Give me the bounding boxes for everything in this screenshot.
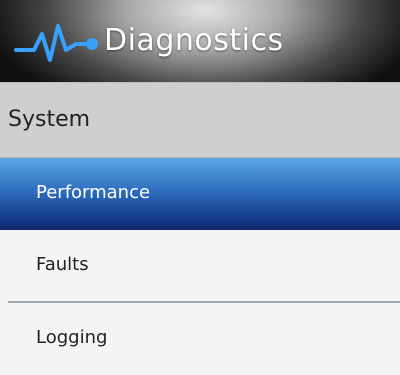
menu-item-label: Logging	[36, 327, 108, 348]
section-label: System	[8, 107, 91, 132]
menu-item-label: Faults	[36, 254, 89, 275]
diagnostics-screen: Diagnostics System Performance Faults Lo…	[0, 0, 400, 375]
section-header-system: System	[0, 82, 400, 158]
app-title: Diagnostics	[104, 23, 284, 58]
app-header: Diagnostics	[0, 0, 400, 82]
menu-item-label: Performance	[36, 182, 151, 203]
menu-item-faults[interactable]: Faults	[0, 230, 400, 302]
heartbeat-pulse-icon	[14, 24, 98, 62]
menu-item-logging[interactable]: Logging	[0, 303, 400, 375]
menu-item-performance[interactable]: Performance	[0, 158, 400, 230]
